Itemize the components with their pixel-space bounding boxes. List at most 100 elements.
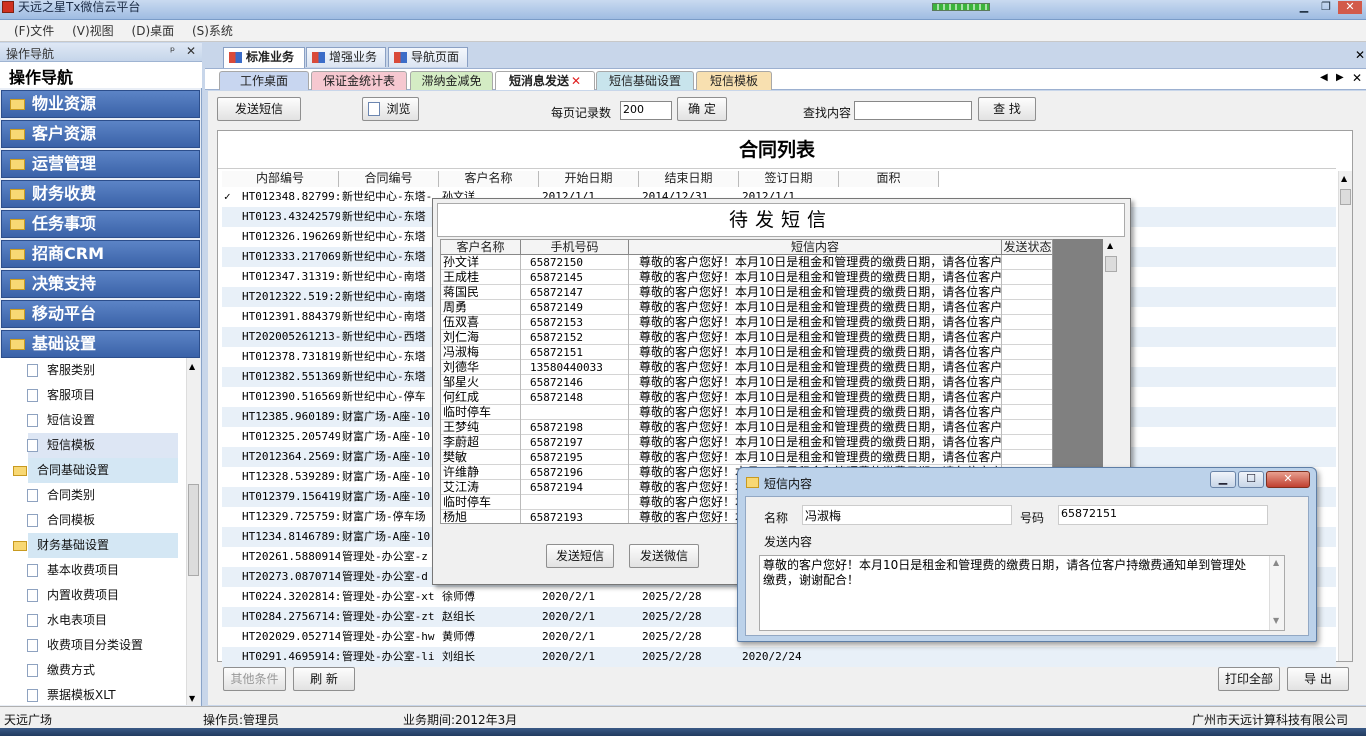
table-cell: 新世纪中心-东塔: [342, 230, 426, 243]
close-icon[interactable]: ✕: [1338, 1, 1362, 14]
column-header[interactable]: 发送状态: [1002, 240, 1052, 255]
table-row[interactable]: 何红成 65872148 尊敬的客户您好！本月10日是租金和管理费的缴费日期，请各位…: [441, 390, 1052, 405]
nav-group-7[interactable]: 移动平台: [1, 300, 200, 328]
nav-group-2[interactable]: 运营管理: [1, 150, 200, 178]
table-row[interactable]: 蒋国民 65872147 尊敬的客户您好！本月10日是租金和管理费的缴费日期，请各位…: [441, 285, 1052, 300]
table-cell: 2020/2/24: [742, 650, 802, 663]
nav-tree-item[interactable]: 财务基础设置: [13, 533, 178, 558]
column-header[interactable]: 面积: [839, 171, 939, 187]
table-cell: 财富广场-A座-10: [342, 430, 431, 443]
dialog-close-icon[interactable]: ✕: [1266, 471, 1310, 488]
browse-button[interactable]: 浏览: [362, 97, 419, 121]
dialog-maximize-icon[interactable]: ☐: [1238, 471, 1264, 488]
close-pane-icon[interactable]: ✕: [186, 44, 196, 58]
contract-list-scrollbar[interactable]: ▲: [1338, 171, 1352, 661]
column-header[interactable]: 客户名称: [441, 240, 521, 255]
pending-send-sms-button[interactable]: 发送短信: [546, 544, 614, 568]
content-textarea[interactable]: 尊敬的客户您好！本月10日是租金和管理费的缴费日期，请各位客户持缴费通知单到管理…: [759, 555, 1285, 631]
print-all-button[interactable]: 打印全部: [1218, 667, 1280, 691]
table-row[interactable]: 王梦纯 65872198 尊敬的客户您好！本月10日是租金和管理费的缴费日期，请各位…: [441, 420, 1052, 435]
column-header[interactable]: 合同编号: [339, 171, 439, 187]
nav-tree-item[interactable]: 内置收费项目: [27, 583, 178, 608]
search-input[interactable]: [854, 101, 972, 120]
table-row[interactable]: 邹星火 65872146 尊敬的客户您好！本月10日是租金和管理费的缴费日期，请各位…: [441, 375, 1052, 390]
table-cell: HT012348.82799:2: [242, 190, 340, 203]
table-row[interactable]: 王成桂 65872145 尊敬的客户您好！本月10日是租金和管理费的缴费日期，请各位…: [441, 270, 1052, 285]
menu-view[interactable]: (V)视图: [72, 20, 114, 42]
nav-tree-item[interactable]: 合同基础设置: [13, 458, 178, 483]
table-row[interactable]: 临时停车 尊敬的客户您好！本月10日是租金和管理费的缴费日期，请各位客户持: [441, 405, 1052, 420]
column-header[interactable]: 结束日期: [639, 171, 739, 187]
nav-group-3[interactable]: 财务收费: [1, 180, 200, 208]
nav-tree-item[interactable]: 合同类别: [27, 483, 178, 508]
tab-close-icon[interactable]: ✕: [1352, 71, 1362, 85]
sub-tab[interactable]: 短信模板: [696, 71, 772, 90]
table-cell: 管理处-办公室-z: [342, 550, 428, 563]
pending-send-wechat-button[interactable]: 发送微信: [629, 544, 699, 568]
table-row[interactable]: 孙文详 65872150 尊敬的客户您好！本月10日是租金和管理费的缴费日期，请各位…: [441, 255, 1052, 270]
nav-tree-item[interactable]: 缴费方式: [27, 658, 178, 683]
export-button[interactable]: 导 出: [1287, 667, 1349, 691]
sub-tab[interactable]: 保证金统计表: [311, 71, 407, 90]
nav-group-5[interactable]: 招商CRM: [1, 240, 200, 268]
menu-file[interactable]: (F)文件: [14, 20, 54, 42]
name-field[interactable]: 冯淑梅: [802, 505, 1012, 525]
table-cell: 2025/2/28: [642, 590, 702, 603]
tab-close-icon[interactable]: ✕: [571, 74, 581, 88]
refresh-button[interactable]: 刷 新: [293, 667, 355, 691]
nav-tree-item[interactable]: 票据模板XLT: [27, 683, 178, 705]
table-row[interactable]: 刘德华 13580440033 尊敬的客户您好！本月10日是租金和管理费的缴费日期，…: [441, 360, 1052, 375]
table-row[interactable]: 樊敏 65872195 尊敬的客户您好！本月10日是租金和管理费的缴费日期，请各位客…: [441, 450, 1052, 465]
nav-tree-item[interactable]: 合同模板: [27, 508, 178, 533]
nav-tree-item[interactable]: 短信模板: [27, 433, 178, 458]
sub-tab[interactable]: 滞纳金减免: [410, 71, 493, 90]
nav-group-4[interactable]: 任务事项: [1, 210, 200, 238]
tab-enhanced-business[interactable]: 增强业务: [306, 47, 386, 67]
tab-nav-page[interactable]: 导航页面: [388, 47, 468, 67]
table-row[interactable]: 李蔚超 65872197 尊敬的客户您好！本月10日是租金和管理费的缴费日期，请各位…: [441, 435, 1052, 450]
sub-tab[interactable]: 工作桌面: [219, 71, 309, 90]
nav-group-6[interactable]: 决策支持: [1, 270, 200, 298]
nav-group-0[interactable]: 物业资源: [1, 90, 200, 118]
other-conditions-button[interactable]: 其他条件: [223, 667, 286, 691]
nav-group-1[interactable]: 客户资源: [1, 120, 200, 148]
nav-tree-item[interactable]: 短信设置: [27, 408, 178, 433]
restore-icon[interactable]: ❐: [1316, 1, 1336, 14]
sub-tab[interactable]: 短信基础设置: [596, 71, 694, 90]
nav-tree-item[interactable]: 收费项目分类设置: [27, 633, 178, 658]
tab-next-icon[interactable]: ▶: [1336, 72, 1344, 83]
nav-group-8[interactable]: 基础设置: [1, 330, 200, 358]
menu-system[interactable]: (S)系统: [192, 20, 233, 42]
table-cell: HT012333.217069:: [242, 250, 340, 263]
table-row[interactable]: 伍双喜 65872153 尊敬的客户您好！本月10日是租金和管理费的缴费日期，请各位…: [441, 315, 1052, 330]
send-sms-button[interactable]: 发送短信: [217, 97, 301, 121]
column-header[interactable]: 客户名称: [439, 171, 539, 187]
dialog-minimize-icon[interactable]: ▁: [1210, 471, 1236, 488]
content-scrollbar[interactable]: ▲ ▼: [1269, 556, 1284, 630]
nav-tree-item[interactable]: 客服项目: [27, 383, 178, 408]
table-row[interactable]: 周勇 65872149 尊敬的客户您好！本月10日是租金和管理费的缴费日期，请各位客…: [441, 300, 1052, 315]
page-size-input[interactable]: 200: [620, 101, 672, 120]
column-header[interactable]: 签订日期: [739, 171, 839, 187]
ok-button[interactable]: 确 定: [677, 97, 727, 121]
minimize-icon[interactable]: ▁: [1294, 1, 1314, 14]
table-row[interactable]: 冯淑梅 65872151 尊敬的客户您好！本月10日是租金和管理费的缴费日期，请各位…: [441, 345, 1052, 360]
nav-tree-scrollbar[interactable]: ▲ ▼: [186, 358, 200, 705]
nav-tree-item[interactable]: 水电表项目: [27, 608, 178, 633]
tab-standard-business[interactable]: 标准业务: [223, 47, 305, 68]
sub-tab[interactable]: 短消息发送 ✕: [495, 71, 595, 90]
close-tab-icon[interactable]: ✕: [1355, 48, 1365, 62]
column-header[interactable]: 内部编号: [222, 171, 339, 187]
nav-tree-item[interactable]: 客服类别: [27, 358, 178, 383]
pin-icon[interactable]: ᵖ: [170, 44, 175, 58]
tab-prev-icon[interactable]: ◀: [1320, 72, 1328, 83]
nav-tree-item[interactable]: 基本收费项目: [27, 558, 178, 583]
search-button[interactable]: 查 找: [978, 97, 1036, 121]
table-row[interactable]: 刘仁海 65872152 尊敬的客户您好！本月10日是租金和管理费的缴费日期，请各位…: [441, 330, 1052, 345]
phone-field[interactable]: 65872151: [1058, 505, 1268, 525]
column-header[interactable]: 手机号码: [521, 240, 629, 255]
column-header[interactable]: 短信内容: [629, 240, 1002, 255]
column-header[interactable]: 开始日期: [539, 171, 639, 187]
menu-desktop[interactable]: (D)桌面: [132, 20, 175, 42]
table-row[interactable]: HT0291.4695914:5 管理处-办公室-li 刘组长 2020/2/1 202…: [222, 647, 1336, 667]
